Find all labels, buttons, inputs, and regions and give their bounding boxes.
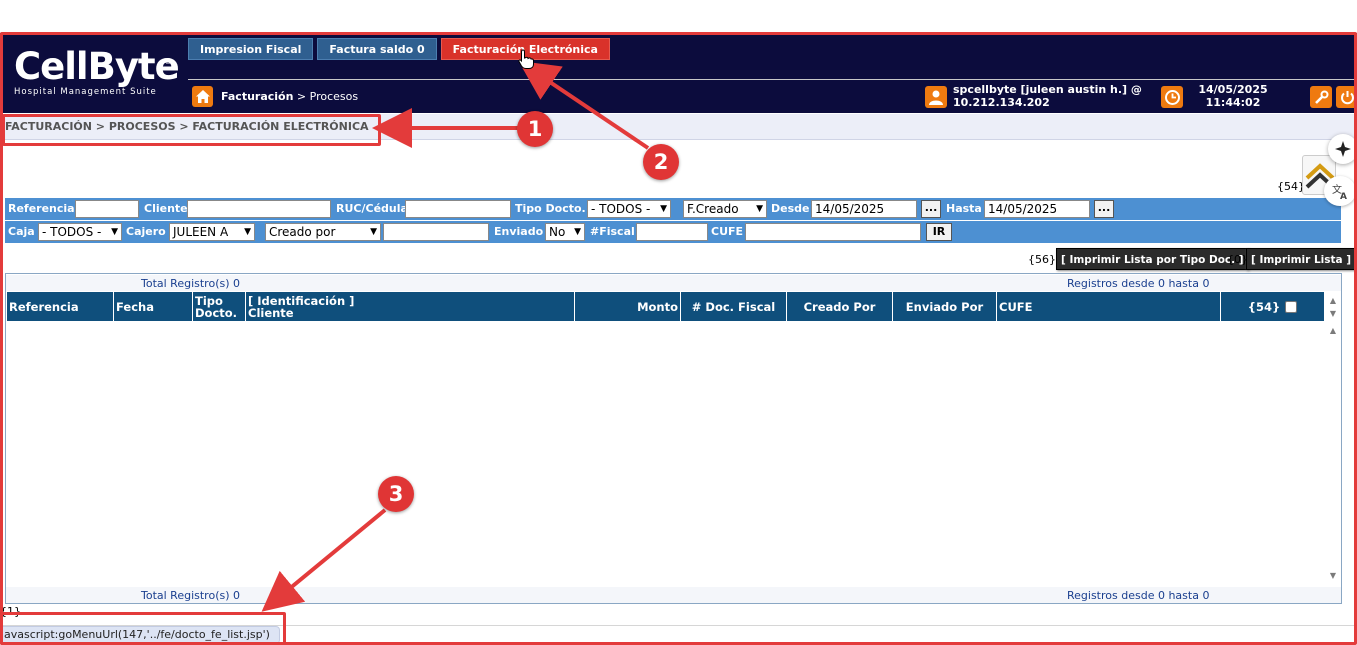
- annotation-badge-2: 2: [643, 144, 679, 180]
- annotation-breadcrumb-box: [2, 114, 381, 146]
- hand-cursor-icon: [518, 49, 534, 74]
- annotation-badge-1: 1: [517, 111, 553, 147]
- app-window: CellByte ® Hospital Management Suite Imp…: [0, 0, 1357, 645]
- annotation-status-box: [0, 612, 286, 645]
- annotation-badge-3: 3: [378, 476, 414, 512]
